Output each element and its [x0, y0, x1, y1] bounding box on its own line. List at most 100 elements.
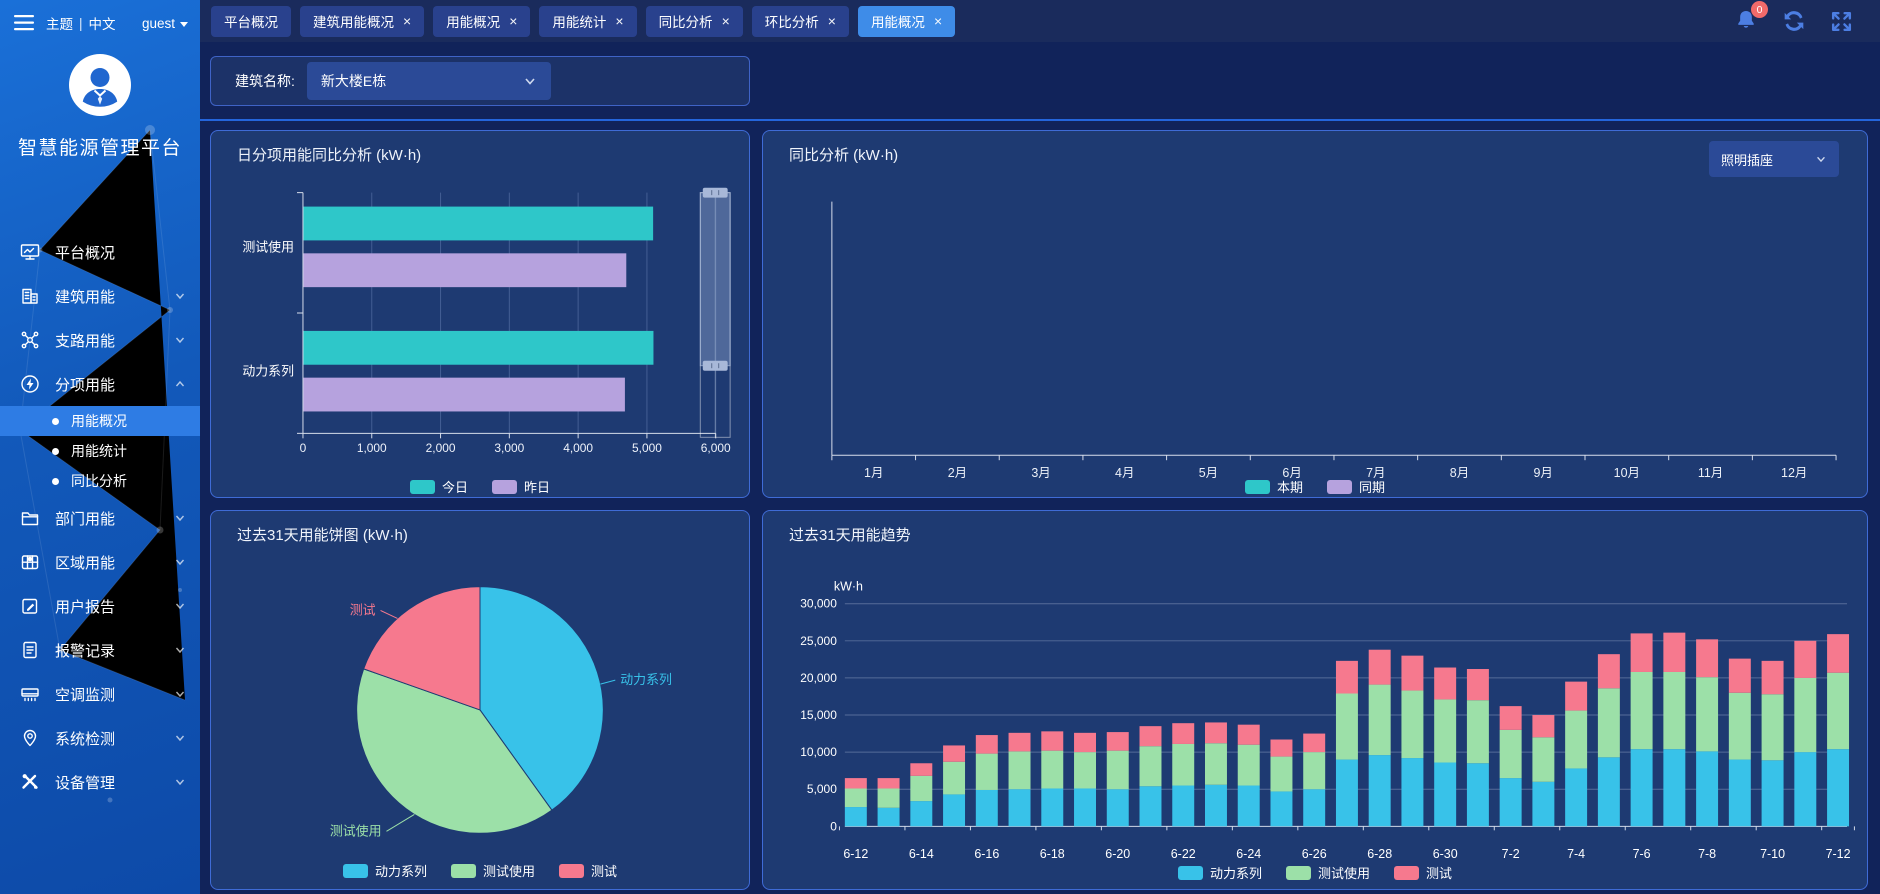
chevron-down-icon: [174, 688, 186, 700]
legend-item[interactable]: 测试使用: [1286, 863, 1370, 882]
panel-title: 过去31天用能趋势: [789, 524, 911, 545]
fullscreen-button[interactable]: [1829, 9, 1854, 34]
energy-pie-chart[interactable]: 动力系列测试使用测试: [211, 511, 749, 889]
sidebar-item-2[interactable]: 支路用能: [0, 318, 200, 362]
legend-swatch: [451, 864, 476, 878]
refresh-icon: [1781, 8, 1807, 34]
hamburger-menu-icon[interactable]: [14, 14, 34, 32]
sidebar-item-1[interactable]: 建筑用能: [0, 274, 200, 318]
sidebar-subitem-label: 用能统计: [71, 441, 127, 461]
tab-1[interactable]: 建筑用能概况 ×: [300, 6, 424, 37]
chevron-down-icon: [1815, 153, 1827, 165]
tab-label: 平台概况: [224, 11, 278, 31]
tab-2[interactable]: 用能概况 ×: [433, 6, 530, 37]
header-divider: [200, 119, 1880, 121]
tab-label: 用能概况: [446, 11, 500, 31]
datazoom-slider[interactable]: [700, 188, 730, 438]
sidebar-item-9[interactable]: 系统检测: [0, 716, 200, 760]
legend-item[interactable]: 本期: [1245, 477, 1303, 496]
sidebar-item-3[interactable]: 分项用能: [0, 362, 200, 406]
sidebar-item-8[interactable]: 空调监测: [0, 672, 200, 716]
svg-text:5,000: 5,000: [807, 782, 837, 796]
header-separator: |: [79, 16, 83, 31]
legend-swatch: [1178, 866, 1203, 880]
svg-text:6-26: 6-26: [1302, 847, 1327, 861]
legend-swatch: [410, 480, 435, 494]
tab-4[interactable]: 同比分析×: [646, 6, 743, 37]
svg-text:6-22: 6-22: [1171, 847, 1196, 861]
alarm-record-icon: [20, 640, 40, 660]
sidebar-header: 主题 | 中文 guest: [0, 0, 200, 33]
sidebar-item-6[interactable]: 用户报告: [0, 584, 200, 628]
energy-trend-stacked-bar-chart[interactable]: 05,00010,00015,00020,00025,00030,000kW·h…: [763, 511, 1867, 889]
sidebar-item-5[interactable]: 区域用能: [0, 540, 200, 584]
building-select[interactable]: 新大楼E栋: [307, 62, 551, 100]
legend-item[interactable]: 测试: [1394, 863, 1452, 882]
sidebar-item-label: 支路用能: [55, 330, 115, 351]
bullet-icon: [52, 418, 59, 425]
sidebar-item-10[interactable]: 设备管理: [0, 760, 200, 804]
sidebar-item-7[interactable]: 报警记录: [0, 628, 200, 672]
tab-close-icon[interactable]: ×: [615, 14, 623, 28]
legend-label: 测试: [591, 861, 617, 880]
legend-item[interactable]: 同期: [1327, 477, 1385, 496]
legend-item[interactable]: 测试: [559, 861, 617, 880]
legend-item[interactable]: 昨日: [492, 477, 550, 496]
avatar: [68, 53, 132, 117]
sidebar-subitem-3-0[interactable]: 用能概况: [0, 406, 200, 436]
legend-item[interactable]: 测试使用: [451, 861, 535, 880]
yoy-line-chart[interactable]: 1月2月3月4月5月6月7月8月9月10月11月12月: [763, 131, 1867, 497]
refresh-button[interactable]: [1781, 8, 1807, 34]
theme-link[interactable]: 主题: [46, 13, 73, 33]
svg-text:测试使用: 测试使用: [330, 823, 382, 838]
tab-3[interactable]: 用能统计×: [539, 6, 636, 37]
tab-0[interactable]: 平台概况: [211, 6, 291, 37]
tab-5[interactable]: 环比分析×: [752, 6, 849, 37]
legend-label: 本期: [1277, 477, 1303, 496]
datazoom-handle[interactable]: [703, 188, 728, 198]
sidebar-subitem-3-2[interactable]: 同比分析: [0, 466, 200, 496]
sidebar-menu: 平台概况建筑用能支路用能分项用能用能概况用能统计同比分析部门用能区域用能用户报告…: [0, 230, 200, 804]
language-link[interactable]: 中文: [89, 13, 116, 33]
daily-yoy-bar-chart[interactable]: 测试使用动力系列01,0002,0003,0004,0005,0006,000: [211, 131, 749, 497]
legend-item[interactable]: 动力系列: [343, 861, 427, 880]
sidebar-item-4[interactable]: 部门用能: [0, 496, 200, 540]
svg-text:动力系列: 动力系列: [242, 364, 294, 379]
series-select[interactable]: 照明插座: [1709, 141, 1839, 177]
svg-text:测试使用: 测试使用: [242, 239, 294, 254]
svg-text:kW·h: kW·h: [834, 580, 863, 594]
svg-text:7-12: 7-12: [1826, 847, 1851, 861]
sidebar-item-label: 建筑用能: [55, 286, 115, 307]
panel-title: 过去31天用能饼图 (kW·h): [237, 524, 408, 545]
tab-close-icon[interactable]: ×: [509, 14, 517, 28]
building-select-value: 新大楼E栋: [321, 71, 386, 91]
user-menu[interactable]: guest: [142, 16, 188, 31]
tab-6[interactable]: 用能概况×: [858, 6, 955, 37]
svg-text:6-30: 6-30: [1433, 847, 1458, 861]
fullscreen-icon: [1829, 9, 1854, 34]
chevron-down-icon: [174, 776, 186, 788]
legend-label: 测试: [1426, 863, 1452, 882]
svg-text:20,000: 20,000: [800, 671, 837, 685]
chevron-down-icon: [174, 600, 186, 612]
legend-label: 测试使用: [1318, 863, 1370, 882]
svg-text:0: 0: [300, 441, 307, 455]
tab-close-icon[interactable]: ×: [722, 14, 730, 28]
sidebar-subitem-3-1[interactable]: 用能统计: [0, 436, 200, 466]
sidebar-item-label: 系统检测: [55, 728, 115, 749]
tab-close-icon[interactable]: ×: [828, 14, 836, 28]
svg-text:0: 0: [830, 819, 837, 833]
legend-item[interactable]: 动力系列: [1178, 863, 1262, 882]
sidebar-item-0[interactable]: 平台概况: [0, 230, 200, 274]
legend-item[interactable]: 今日: [410, 477, 468, 496]
datazoom-handle[interactable]: [703, 361, 728, 371]
tab-label: 建筑用能概况: [313, 11, 394, 31]
sidebar-item-label: 分项用能: [55, 374, 115, 395]
chart-legend: 动力系列 测试使用 测试: [211, 861, 749, 880]
notifications-button[interactable]: 0: [1733, 8, 1759, 34]
svg-text:1,000: 1,000: [357, 441, 387, 455]
legend-swatch: [1245, 480, 1270, 494]
tab-close-icon[interactable]: ×: [403, 14, 411, 28]
chevron-down-icon: [523, 74, 537, 88]
tab-close-icon[interactable]: ×: [934, 14, 942, 28]
